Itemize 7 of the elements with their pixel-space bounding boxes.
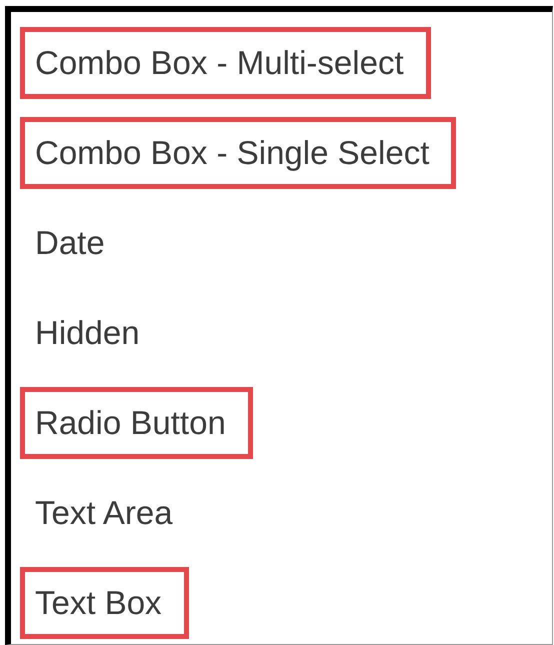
list-item[interactable]: Text Area xyxy=(20,477,200,549)
list-item[interactable]: Hidden xyxy=(20,297,167,369)
list-item[interactable]: Date xyxy=(20,207,132,279)
list-item[interactable]: Combo Box - Single Select xyxy=(20,117,456,189)
list-item[interactable]: Radio Button xyxy=(20,387,253,459)
list-item[interactable]: Combo Box - Multi-select xyxy=(20,27,431,99)
list-item[interactable]: Text Box xyxy=(20,567,189,639)
